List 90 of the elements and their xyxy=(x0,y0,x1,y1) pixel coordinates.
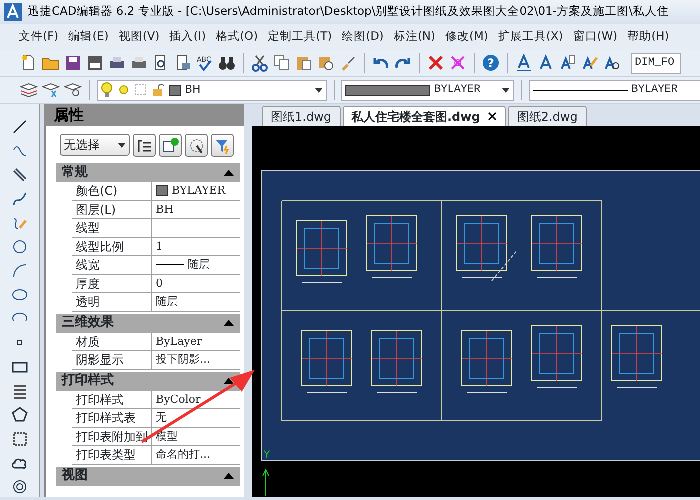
paste-icon[interactable] xyxy=(317,54,335,72)
copy-icon[interactable] xyxy=(273,54,291,72)
lightbulb-icon[interactable] xyxy=(100,82,113,98)
axis-label: Y xyxy=(264,450,270,461)
collapse-icon[interactable] xyxy=(224,170,234,176)
line-sample xyxy=(156,264,184,266)
section-title: 常规 xyxy=(62,164,88,182)
polygon-icon[interactable] xyxy=(10,406,28,424)
menu-item[interactable]: 窗口(W) xyxy=(568,28,623,46)
collapse-icon[interactable] xyxy=(224,320,234,326)
menu-item[interactable]: 文件(F) xyxy=(14,28,64,46)
menu-item[interactable]: 编辑(E) xyxy=(64,28,114,46)
property-value[interactable]: BH xyxy=(152,200,240,218)
linetype-dropdown[interactable]: BYLAYER xyxy=(528,80,700,100)
file-tab[interactable]: 图纸1.dwg xyxy=(262,106,340,126)
property-value-text: 随层 xyxy=(188,257,210,274)
cut-icon[interactable] xyxy=(251,54,269,72)
menu-item[interactable]: 绘图(D) xyxy=(337,28,389,46)
selection-dropdown[interactable]: 无选择 xyxy=(60,134,130,156)
text-icon[interactable] xyxy=(537,54,555,72)
property-value-text: BYLAYER xyxy=(172,183,226,200)
menu-item[interactable]: 修改(M) xyxy=(440,28,494,46)
file-tab[interactable]: 私人住宅楼全套图.dwg xyxy=(342,106,506,126)
sun-icon[interactable] xyxy=(116,83,131,97)
linetype-name: BYLAYER xyxy=(632,82,678,98)
color-name: BYLAYER xyxy=(434,82,481,98)
selection-label: 无选择 xyxy=(64,137,100,154)
text-edit-icon[interactable] xyxy=(559,54,577,72)
caret-icon xyxy=(118,142,126,148)
circle-icon[interactable] xyxy=(10,238,28,256)
property-value[interactable]: 1 xyxy=(152,238,240,255)
text-icon[interactable] xyxy=(515,54,533,72)
app-logo-icon xyxy=(4,3,22,21)
line-icon[interactable] xyxy=(10,118,28,136)
panel-title: 属性 xyxy=(44,104,244,126)
section-header[interactable]: 打印样式 xyxy=(56,372,240,390)
hatch-icon[interactable] xyxy=(10,430,28,448)
layer-search-icon[interactable] xyxy=(64,81,82,99)
section-title: 视图 xyxy=(62,467,88,486)
menu-item[interactable]: 帮助(H) xyxy=(622,28,674,46)
section-header[interactable]: 常规 xyxy=(56,163,240,182)
caret-icon xyxy=(502,88,510,92)
double-line-icon[interactable] xyxy=(10,166,28,184)
axis-indicator xyxy=(262,468,270,496)
document-icon[interactable] xyxy=(86,54,104,72)
save-icon[interactable] xyxy=(64,54,82,72)
section-header[interactable]: 三维效果 xyxy=(56,314,240,332)
layer-name: BH xyxy=(184,82,201,98)
color-dropdown[interactable]: BYLAYER xyxy=(341,80,514,100)
menu-item[interactable]: 插入(I) xyxy=(164,28,212,46)
collapse-icon[interactable] xyxy=(224,378,234,384)
add-window-icon[interactable] xyxy=(162,136,180,154)
color-swatch xyxy=(168,84,181,96)
caret-icon xyxy=(314,88,322,92)
window-title: 迅捷CAD编辑器 6.2 专业版 - [C:\Users\Administrator\Desktop\别墅设计图纸及效果图大全02\01-方案及施工图\私人住 xyxy=(28,3,669,20)
spline-icon[interactable] xyxy=(10,190,28,208)
layer-dropdown[interactable]: BH xyxy=(96,80,326,100)
menu-item[interactable]: 定制工具(T) xyxy=(263,28,338,46)
color-swatch xyxy=(156,185,168,196)
text-style-field[interactable]: DIM_FO xyxy=(631,52,681,74)
property-value[interactable]: ByColor xyxy=(152,390,240,408)
select-objects-icon[interactable] xyxy=(188,136,206,154)
delete-icon[interactable] xyxy=(427,54,445,72)
file-tab[interactable]: 图纸2.dwg xyxy=(508,106,587,126)
property-value[interactable]: 无 xyxy=(152,409,240,426)
paste-icon[interactable] xyxy=(295,54,313,72)
layers-icon[interactable] xyxy=(20,81,38,99)
padlock-icon[interactable] xyxy=(150,83,165,97)
property-value[interactable]: 命名的打... xyxy=(152,446,240,464)
menu-item[interactable]: 扩展工具(X) xyxy=(493,28,568,46)
text-edit-icon[interactable] xyxy=(581,54,599,72)
menu-item[interactable]: 标注(N) xyxy=(388,28,441,46)
section-title: 打印样式 xyxy=(62,372,114,390)
help-icon[interactable]: ? xyxy=(482,54,500,72)
menu-item[interactable]: 格式(O) xyxy=(211,28,264,46)
donut-icon[interactable] xyxy=(10,478,28,496)
section-header[interactable]: 视图 xyxy=(56,466,240,486)
erase-icon[interactable] xyxy=(449,54,467,72)
property-value[interactable]: 0 xyxy=(152,274,240,292)
menu-item[interactable]: 视图(V) xyxy=(114,28,165,46)
binoculars-icon[interactable] xyxy=(218,54,236,72)
property-value[interactable]: 投下阴影... xyxy=(152,351,240,368)
text-search-icon[interactable] xyxy=(603,54,621,72)
close-icon[interactable] xyxy=(488,112,498,121)
section-title: 三维效果 xyxy=(62,314,114,332)
property-value[interactable]: ByLayer xyxy=(152,332,240,350)
layer-state-icon[interactable] xyxy=(42,81,60,99)
property-value[interactable]: 随层 xyxy=(152,293,240,310)
arc-icon[interactable] xyxy=(10,262,28,280)
collapse-icon[interactable] xyxy=(224,473,234,479)
